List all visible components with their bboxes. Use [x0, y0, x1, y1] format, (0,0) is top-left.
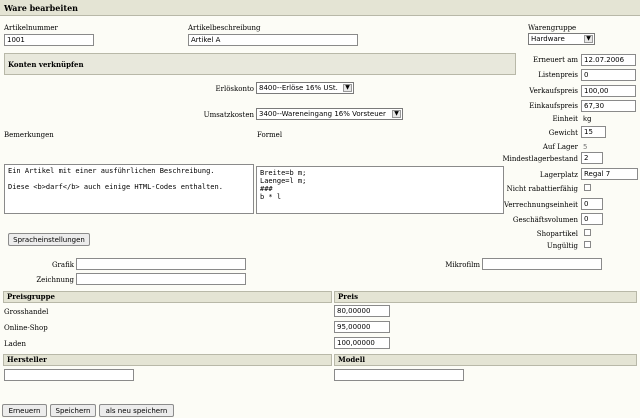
grafik-input[interactable]	[76, 258, 246, 270]
bemerkungen-textarea[interactable]: Ein Artikel mit einer ausführlichen Besc…	[4, 164, 254, 214]
lagerplatz-label: Lagerplatz	[539, 171, 578, 179]
umsatzkosten-select[interactable]: 3400--Wareneingang 16% Vorsteuer ▼	[256, 108, 403, 120]
erneuern-button[interactable]: Erneuern	[2, 404, 47, 417]
gewicht-label: Gewicht	[548, 129, 578, 137]
artikelbeschreibung-input[interactable]: Artikel A	[188, 34, 358, 46]
einkaufspreis-label: Einkaufspreis	[529, 102, 578, 110]
zeichnung-input[interactable]	[76, 273, 246, 285]
warengruppe-value: Hardware	[531, 35, 565, 43]
grafik-label: Grafik	[51, 261, 74, 269]
ungueltig-checkbox[interactable]	[584, 241, 591, 248]
einheit-value: kg	[583, 115, 592, 123]
auf-lager-label: Auf Lager	[542, 143, 578, 151]
shopartikel-label: Shopartikel	[536, 230, 578, 238]
zeichnung-label: Zeichnung	[36, 276, 74, 284]
preisgruppe-grosshandel: Grosshandel	[4, 308, 49, 316]
lagerplatz-input[interactable]: Regal 7	[581, 168, 638, 180]
auf-lager-value: 5	[583, 143, 588, 151]
mindestlager-input[interactable]: 2	[581, 152, 603, 164]
artikelnummer-input[interactable]: 1001	[4, 34, 94, 46]
modell-header: Modell	[334, 354, 637, 366]
chevron-down-icon: ▼	[343, 84, 352, 92]
umsatzkosten-label: Umsatzkosten	[203, 111, 254, 119]
ungueltig-label: Ungültig	[546, 242, 578, 250]
warengruppe-select[interactable]: Hardware ▼	[528, 33, 595, 45]
chevron-down-icon: ▼	[584, 35, 593, 43]
verkaufspreis-input[interactable]: 100,00	[581, 85, 636, 97]
hersteller-input[interactable]	[4, 369, 134, 381]
mikrofilm-label: Mikrofilm	[445, 261, 480, 269]
preis-header: Preis	[334, 291, 637, 303]
erneuert-label: Erneuert am	[533, 56, 578, 64]
preisgruppe-header: Preisgruppe	[3, 291, 332, 303]
geschaeftsvolumen-label: Geschäftsvolumen	[512, 216, 578, 224]
page-title: Ware bearbeiten	[4, 3, 78, 13]
erloeskonto-select[interactable]: 8400--Erlöse 16% USt. ▼	[256, 82, 354, 94]
artikelnummer-label: Artikelnummer	[4, 24, 58, 32]
preisgruppe-online-shop: Online-Shop	[4, 324, 48, 332]
hersteller-header: Hersteller	[3, 354, 332, 366]
listenpreis-label: Listenpreis	[538, 71, 578, 79]
konten-panel: Konten verknüpfen	[4, 53, 516, 75]
mindestlager-label: Mindestlagerbestand	[502, 155, 578, 163]
preis-laden-input[interactable]: 100,00000	[334, 337, 390, 349]
title-bar: Ware bearbeiten	[0, 0, 640, 16]
artikelbeschreibung-label: Artikelbeschreibung	[188, 24, 261, 32]
bemerkungen-label: Bemerkungen	[4, 131, 54, 139]
preis-grosshandel-input[interactable]: 80,00000	[334, 305, 390, 317]
mikrofilm-input[interactable]	[482, 258, 602, 270]
erloeskonto-label: Erlöskonto	[215, 85, 255, 93]
erneuert-input[interactable]: 12.07.2006	[581, 54, 636, 66]
modell-input[interactable]	[334, 369, 464, 381]
speichern-button[interactable]: Speichern	[50, 404, 96, 417]
listenpreis-input[interactable]: 0	[581, 69, 636, 81]
umsatzkosten-value: 3400--Wareneingang 16% Vorsteuer	[259, 110, 386, 118]
chevron-down-icon: ▼	[392, 110, 401, 118]
einheit-label: Einheit	[552, 115, 578, 123]
rabatt-checkbox[interactable]	[584, 184, 591, 191]
einkaufspreis-input[interactable]: 67,30	[581, 100, 636, 112]
preis-online-shop-input[interactable]: 95,00000	[334, 321, 390, 333]
konten-title: Konten verknüpfen	[8, 60, 84, 69]
formel-label: Formel	[257, 131, 283, 139]
shopartikel-checkbox[interactable]	[584, 229, 591, 236]
erloeskonto-value: 8400--Erlöse 16% USt.	[259, 84, 338, 92]
warengruppe-label: Warengruppe	[528, 24, 577, 32]
formel-textarea[interactable]: Breite=b m; Laenge=l m; ### b * l	[256, 166, 504, 214]
spracheinstellungen-button[interactable]: Spracheinstellungen	[8, 233, 90, 246]
als-neu-speichern-button[interactable]: als neu speichern	[99, 404, 174, 417]
gewicht-input[interactable]: 15	[581, 126, 606, 138]
geschaeftsvolumen-input[interactable]: 0	[581, 213, 603, 225]
verkaufspreis-label: Verkaufspreis	[529, 87, 578, 95]
preisgruppe-laden: Laden	[4, 340, 26, 348]
verrechnung-input[interactable]: 0	[581, 198, 603, 210]
